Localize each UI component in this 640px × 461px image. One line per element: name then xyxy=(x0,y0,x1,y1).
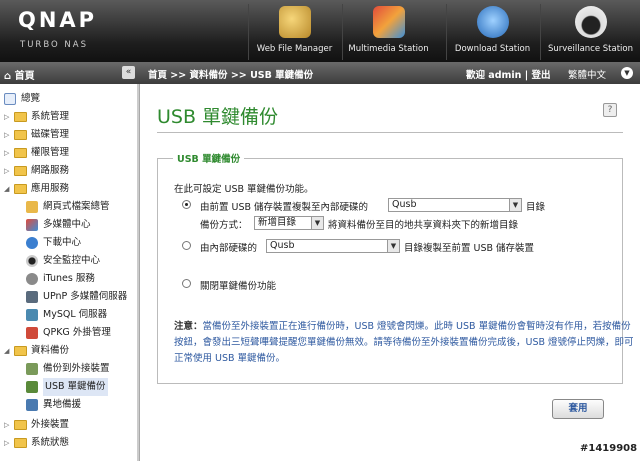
mysql-icon xyxy=(26,309,38,321)
sidebar-item-web-file-manager[interactable]: 網頁式檔案總管 xyxy=(26,198,110,216)
language-dropdown-icon[interactable]: ▼ xyxy=(621,67,633,79)
collapse-sidebar-icon[interactable]: « xyxy=(122,66,135,79)
sidebar-item-qpkg[interactable]: QPKG 外掛管理 xyxy=(26,324,111,342)
sidebar-item-upnp[interactable]: UPnP 多媒體伺服器 xyxy=(26,288,127,306)
web-file-manager-icon xyxy=(278,6,311,38)
web-file-manager-icon xyxy=(26,201,38,213)
multimedia-icon xyxy=(26,219,38,231)
language-label[interactable]: 繁體中文 xyxy=(568,67,606,81)
chevron-down-icon: ▼ xyxy=(311,217,323,229)
sidebar-item-surveillance[interactable]: 安全監控中心 xyxy=(26,252,100,270)
sidebar-item-external-backup[interactable]: 備份到外接裝置 xyxy=(26,360,110,378)
expand-icon[interactable]: ▷ xyxy=(4,144,13,162)
collapse-icon[interactable]: ◢ xyxy=(4,180,13,198)
sidebar-item-multimedia[interactable]: 多媒體中心 xyxy=(26,216,91,234)
sidebar-item-backup[interactable]: ◢ 資料備份 xyxy=(4,342,69,360)
backup-mode-description: 將資料備份至目的地共享資料夾下的新增目錄 xyxy=(328,220,519,231)
sidebar-item-mysql[interactable]: MySQL 伺服器 xyxy=(26,306,107,324)
sidebar-item-external-devices[interactable]: ▷ 外接裝置 xyxy=(4,416,69,434)
surveillance-station-icon xyxy=(574,6,607,38)
sidebar-item-system[interactable]: ▷ 系統管理 xyxy=(4,108,69,126)
folder-icon xyxy=(14,148,27,158)
sidebar-scrollbar[interactable] xyxy=(137,84,139,461)
sidebar-item-disk[interactable]: ▷ 磁碟管理 xyxy=(4,126,69,144)
folder-icon xyxy=(14,166,27,176)
expand-icon[interactable]: ▷ xyxy=(4,126,13,144)
remote-replication-icon xyxy=(26,399,38,411)
qpkg-icon xyxy=(26,327,38,339)
chevron-down-icon: ▼ xyxy=(509,199,521,211)
sidebar-tree: 總覽 ▷ 系統管理 ▷ 磁碟管理 ▷ 權限管理 ▷ 網路服務 ◢ 應用服務 網頁… xyxy=(0,84,140,461)
description: 在此可設定 USB 單鍵備份功能。 xyxy=(174,184,314,195)
apply-button[interactable]: 套用 xyxy=(552,399,604,419)
sidebar-item-permission[interactable]: ▷ 權限管理 xyxy=(4,144,69,162)
station-web-file-manager[interactable]: Web File Manager xyxy=(248,4,340,60)
option1-prefix: 由前置 USB 儲存裝置複製至內部硬碟的 xyxy=(200,202,369,213)
help-icon[interactable]: ? xyxy=(603,103,617,117)
backup-mode-select[interactable]: 新增目錄 ▼ xyxy=(254,216,324,230)
option2-folder-select[interactable]: Qusb ▼ xyxy=(266,239,400,253)
folder-open-icon xyxy=(14,184,27,194)
home-link[interactable]: ⌂ 首頁 xyxy=(4,67,35,82)
sidebar-item-itunes[interactable]: iTunes 服務 xyxy=(26,270,95,288)
main-content: USB 單鍵備份 ? USB 單鍵備份 在此可設定 USB 單鍵備份功能。 由前… xyxy=(141,84,640,461)
sidebar-item-remote-replication[interactable]: 異地備援 xyxy=(26,396,81,414)
option2-suffix: 目錄複製至前置 USB 儲存裝置 xyxy=(404,243,535,254)
sidebar-item-applications[interactable]: ◢ 應用服務 xyxy=(4,180,69,198)
folder-icon xyxy=(14,420,27,430)
download-station-icon xyxy=(476,6,509,38)
station-surveillance[interactable]: Surveillance Station xyxy=(540,4,640,60)
multimedia-station-icon xyxy=(372,6,405,38)
sidebar-item-usb-one-touch[interactable]: USB 單鍵備份 xyxy=(26,378,108,396)
watermark-text: #1419908 xyxy=(580,443,638,454)
option1-folder-select[interactable]: Qusb ▼ xyxy=(388,198,522,212)
note-text: 注意：當備份至外接裝置正在進行備份時，USB 燈號會閃爍。此時 USB 單鍵備份… xyxy=(174,321,634,364)
upnp-icon xyxy=(26,291,38,303)
qnap-logo: QNAP xyxy=(18,8,98,32)
surveillance-icon xyxy=(26,255,38,267)
expand-icon[interactable]: ▷ xyxy=(4,416,13,434)
sidebar-item-system-status[interactable]: ▷ 系統狀態 xyxy=(4,434,69,452)
folder-icon xyxy=(14,438,27,448)
itunes-icon xyxy=(26,273,38,285)
group-title: USB 單鍵備份 xyxy=(173,151,245,165)
usb-icon xyxy=(26,381,38,393)
folder-open-icon xyxy=(14,346,27,356)
top-nav-bar: ⌂ 首頁 « 首頁 >> 資料備份 >> USB 單鍵備份 歡迎 admin |… xyxy=(0,62,640,84)
download-icon xyxy=(26,237,38,249)
folder-icon xyxy=(14,112,27,122)
folder-icon xyxy=(14,130,27,140)
expand-icon[interactable]: ▷ xyxy=(4,434,13,452)
option2-prefix: 由內部硬碟的 xyxy=(200,243,258,254)
external-backup-icon xyxy=(26,363,38,375)
backup-mode-label: 備份方式： xyxy=(200,220,248,231)
option-internal-to-front-radio[interactable] xyxy=(182,241,191,250)
sidebar-item-network[interactable]: ▷ 網路服務 xyxy=(4,162,69,180)
overview-icon xyxy=(4,93,16,105)
option1-suffix: 目錄 xyxy=(526,202,546,213)
station-download[interactable]: Download Station xyxy=(446,4,538,60)
breadcrumb: 首頁 >> 資料備份 >> USB 單鍵備份 xyxy=(148,70,314,81)
app-header: QNAP TURBO NAS Web File Manager Multimed… xyxy=(0,0,640,62)
option-front-to-internal-radio[interactable] xyxy=(182,200,191,209)
welcome-logout[interactable]: 歡迎 admin | 登出 xyxy=(466,67,551,81)
sidebar-item-overview[interactable]: 總覽 xyxy=(4,90,40,108)
expand-icon[interactable]: ▷ xyxy=(4,108,13,126)
title-divider xyxy=(157,132,623,133)
option-disable-radio[interactable] xyxy=(182,279,191,288)
station-multimedia[interactable]: Multimedia Station xyxy=(342,4,434,60)
turbo-nas-label: TURBO NAS xyxy=(20,40,88,50)
expand-icon[interactable]: ▷ xyxy=(4,162,13,180)
usb-backup-groupbox: USB 單鍵備份 在此可設定 USB 單鍵備份功能。 由前置 USB 儲存裝置複… xyxy=(157,151,634,384)
sidebar-item-download[interactable]: 下載中心 xyxy=(26,234,81,252)
page-title: USB 單鍵備份 xyxy=(157,106,279,128)
option3-label: 關閉單鍵備份功能 xyxy=(200,281,277,292)
collapse-icon[interactable]: ◢ xyxy=(4,342,13,360)
chevron-down-icon: ▼ xyxy=(387,240,399,252)
